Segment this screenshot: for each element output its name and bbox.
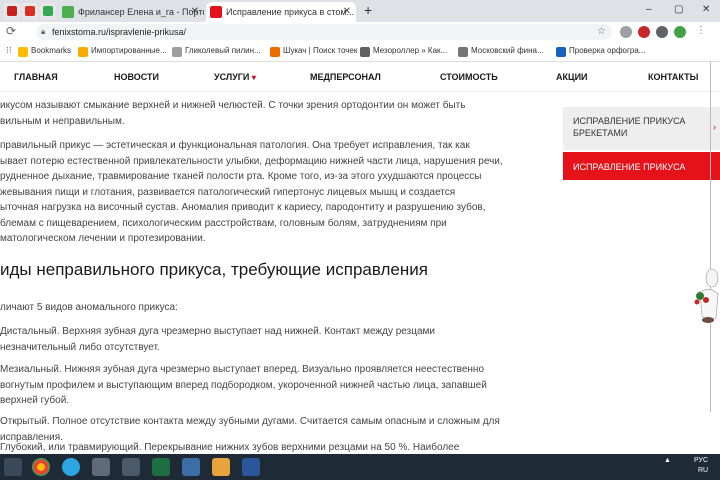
apps-icon[interactable]: ⁝⁝ (6, 45, 12, 56)
reload-icon[interactable]: ⟳ (6, 24, 16, 38)
bookmark-item[interactable]: Проверка орфогра... (556, 46, 645, 57)
photos-icon (43, 6, 53, 16)
sidebar-item-prikus-active[interactable]: ИСПРАВЛЕНИЕ ПРИКУСА (563, 152, 720, 180)
section-heading: иды неправильного прикуса, требующие исп… (0, 260, 428, 279)
sidebar-item-braces[interactable]: ИСПРАВЛЕНИЕ ПРИКУСА БРЕКЕТАМИ › (563, 107, 720, 150)
tray-arrow-icon[interactable]: ▲ (664, 457, 671, 464)
tab-label: Исправление прикуса в стом... (226, 7, 355, 17)
nav-services[interactable]: УСЛУГИ ▾ (214, 72, 256, 82)
bookmark-item[interactable]: Московский фина... (458, 46, 544, 57)
finance-site-icon (458, 47, 468, 57)
nav-staff[interactable]: МЕДПЕРСОНАЛ (310, 72, 381, 82)
gmail-icon (7, 6, 17, 16)
tab-active-prikus[interactable]: Исправление прикуса в стом... ✕ (206, 2, 356, 22)
keyboard-language[interactable]: РУС (694, 457, 708, 464)
list-item: Мезиальный. Нижняя зубная дуга чрезмерно… (0, 364, 487, 406)
bookmark-item[interactable]: Мезороллер » Как... (360, 46, 447, 57)
browser-tab-strip: Фрилансер Елена и_га - Портф ✕ Исправлен… (0, 0, 720, 22)
photos-app-icon[interactable] (182, 458, 200, 476)
calculator-icon[interactable] (92, 458, 110, 476)
word-icon[interactable] (242, 458, 260, 476)
maximize-button[interactable]: ▢ (674, 4, 683, 15)
tab-pinned-photos[interactable] (40, 3, 56, 19)
star-folder-icon (18, 47, 28, 57)
page-icon (172, 47, 182, 57)
telegram-icon[interactable] (62, 458, 80, 476)
start-icon[interactable] (4, 458, 22, 476)
nav-prices[interactable]: СТОИМОСТЬ (440, 72, 498, 82)
list-item: Дистальный. Верхняя зубная дуга чрезмерн… (0, 326, 435, 353)
close-window-button[interactable]: ✕ (702, 4, 710, 15)
close-tab-icon[interactable]: ✕ (343, 2, 351, 22)
folder-icon[interactable] (212, 458, 230, 476)
nav-promotions[interactable]: АКЦИИ (556, 72, 588, 82)
puzzle-icon[interactable] (656, 26, 668, 38)
fenix-site-icon (210, 6, 222, 18)
tab-pinned-email[interactable] (22, 3, 38, 19)
excel-icon[interactable] (152, 458, 170, 476)
mail-icon (25, 6, 35, 16)
spellcheck-site-icon (556, 47, 566, 57)
folder-icon (78, 47, 88, 57)
skype-icon[interactable] (122, 458, 140, 476)
minimize-button[interactable]: – (646, 4, 652, 15)
bookmark-item[interactable]: Гликолевый пилин... (172, 46, 261, 57)
windows-taskbar: ▲ РУС RU (0, 454, 720, 480)
nav-news[interactable]: НОВОСТИ (114, 72, 159, 82)
bookmarks-bar: ⁝⁝ Bookmarks Импортированные... Гликолев… (0, 42, 720, 62)
site-navigation: ГЛАВНАЯ НОВОСТИ УСЛУГИ ▾ МЕДПЕРСОНАЛ СТО… (0, 62, 720, 92)
freelance-site-icon (62, 6, 74, 18)
url-text: fenixstoma.ru/ispravlenie-prikusa/ (52, 27, 187, 37)
tab-freelancer[interactable]: Фрилансер Елена и_га - Портф ✕ (58, 2, 204, 22)
nav-home[interactable]: ГЛАВНАЯ (14, 72, 58, 82)
hanging-doll-decoration (694, 268, 719, 323)
chrome-icon[interactable] (32, 458, 50, 476)
tab-label: Фрилансер Елена и_га - Портф (78, 7, 204, 17)
chevron-right-icon: › (713, 122, 716, 132)
url-omnibox[interactable]: 🔒︎ fenixstoma.ru/ispravlenie-prikusa/ ☆ (36, 24, 612, 40)
malocclusion-paragraph: правильный прикус — эстетическая и функц… (0, 140, 503, 244)
tab-pinned-mail[interactable] (4, 3, 20, 19)
extension-icon[interactable] (620, 26, 632, 38)
nav-contacts[interactable]: КОНТАКТЫ (648, 72, 698, 82)
new-tab-button[interactable]: + (364, 2, 372, 18)
roller-site-icon (360, 47, 370, 57)
intro-paragraph: икусом называют смыкание верхней и нижне… (0, 100, 466, 127)
lock-icon: 🔒︎ (41, 27, 46, 36)
bookmark-item[interactable]: Bookmarks (18, 46, 71, 57)
extension-badge-icon[interactable] (638, 26, 650, 38)
keyboard-language-secondary: RU (698, 467, 709, 474)
address-bar-row: ⟳ 🔒︎ fenixstoma.ru/ispravlenie-prikusa/ … (0, 22, 720, 42)
bookmark-item[interactable]: Импортированные... (78, 46, 167, 57)
bookmark-item[interactable]: Шукач | Поиск точек (270, 46, 357, 57)
search-site-icon (270, 47, 280, 57)
chevron-down-icon: ▾ (251, 73, 256, 82)
menu-icon[interactable]: ⋮ (696, 25, 706, 36)
rope-divider (710, 62, 711, 412)
profile-avatar[interactable] (674, 26, 686, 38)
types-intro: личают 5 видов аномального прикуса: (0, 302, 178, 313)
close-tab-icon[interactable]: ✕ (191, 2, 199, 22)
star-icon[interactable]: ☆ (597, 24, 606, 40)
